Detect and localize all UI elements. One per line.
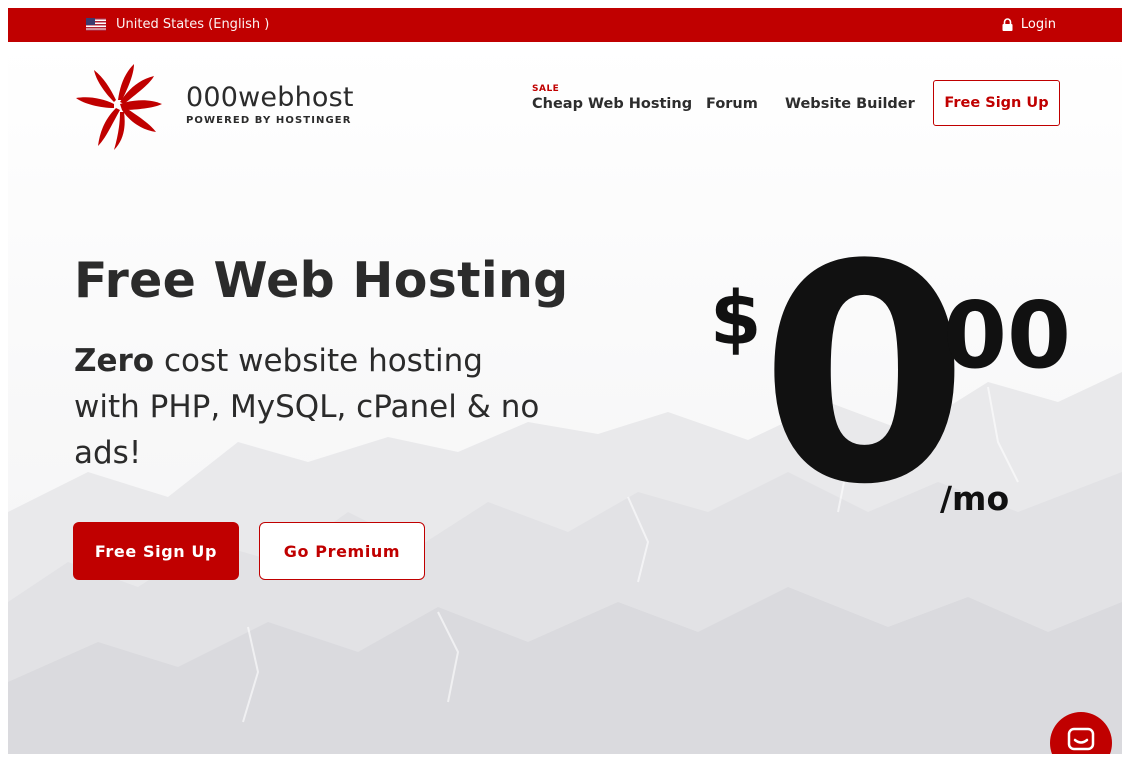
brand-logo[interactable]: 000webhost POWERED BY HOSTINGER [70,60,354,152]
logo-tagline: POWERED BY HOSTINGER [186,115,352,126]
login-link[interactable]: Login [1002,17,1056,32]
free-signup-button[interactable]: Free Sign Up [73,522,239,580]
price-integer: 0 [760,201,969,550]
top-bar: United States (English ) Login [8,8,1122,42]
login-label: Login [1020,17,1056,32]
us-flag-icon [86,18,106,31]
nav-forum[interactable]: Forum [706,96,758,112]
logo-name: 000webhost [186,82,354,113]
price-decimal: 00 [943,282,1072,389]
hero-subtitle: Zero cost website hosting with PHP, MySQ… [74,338,544,476]
page-frame: United States (English ) Login 000webhos… [8,8,1122,754]
lock-icon [1002,18,1013,31]
header-signup-button[interactable]: Free Sign Up [933,80,1060,126]
nav-cheap-web-hosting[interactable]: Cheap Web Hosting [532,96,692,112]
locale-selector[interactable]: United States (English ) [86,17,269,32]
go-premium-button[interactable]: Go Premium [259,522,425,580]
hero-subtitle-bold: Zero [74,343,155,379]
locale-label: United States (English ) [116,17,270,32]
chat-icon [1067,727,1095,751]
price-currency: $ [710,276,762,362]
hero-title: Free Web Hosting [74,252,569,309]
nav-website-builder[interactable]: Website Builder [785,96,915,112]
swirl-logo-icon [76,64,162,150]
sale-tag: SALE [532,84,560,94]
price-period: /mo [940,479,1010,518]
logo-text: 000webhost POWERED BY HOSTINGER [186,82,354,126]
